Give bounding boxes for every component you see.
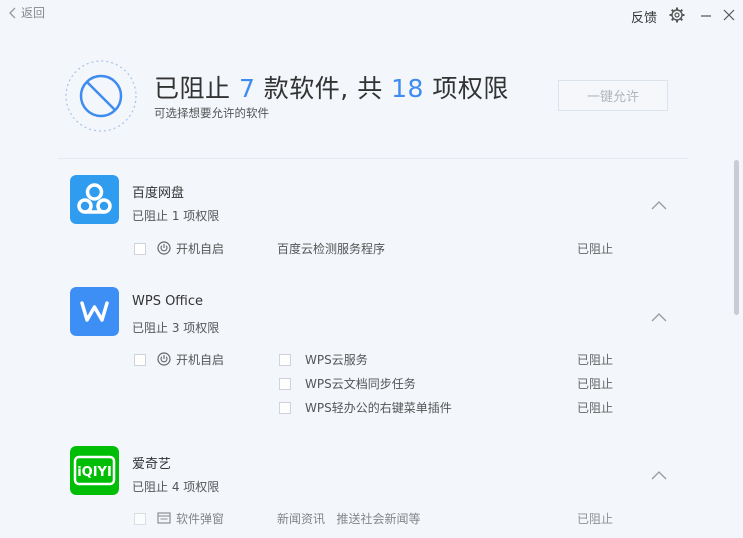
allow-all-button[interactable]: 一键允许 xyxy=(558,80,668,111)
blocked-count: 已阻止 3 项权限 xyxy=(132,321,220,335)
summary-header: 已阻止 7 款软件, 共 18 项权限 可选择想要允许的软件 一键允许 xyxy=(0,40,743,158)
permission-row: 软件弹窗 新闻资讯 推送社会新闻等 已阻止 xyxy=(0,508,743,530)
summary-mid: 款软件, 共 xyxy=(255,74,392,103)
feedback-link[interactable]: 反馈 xyxy=(631,7,657,26)
summary-suffix: 项权限 xyxy=(423,74,509,103)
summary-subtitle: 可选择想要允许的软件 xyxy=(154,106,269,120)
wps-office-icon xyxy=(70,287,119,336)
permission-count: 18 xyxy=(391,74,424,103)
blocked-count: 已阻止 1 项权限 xyxy=(132,209,220,223)
category-label: 开机自启 xyxy=(176,353,225,367)
category-checkbox[interactable] xyxy=(134,354,146,366)
item-checkbox[interactable] xyxy=(279,378,291,390)
permission-desc: WPS轻办公的右键菜单插件 xyxy=(305,401,452,415)
app-name: 爱奇艺 xyxy=(132,457,172,472)
blocked-count: 已阻止 4 项权限 xyxy=(132,480,220,494)
close-icon[interactable] xyxy=(723,9,735,21)
category-label: 开机自启 xyxy=(176,242,225,256)
permission-desc: 新闻资讯 推送社会新闻等 xyxy=(277,512,421,526)
status-label: 已阻止 xyxy=(577,353,614,367)
app-name: 百度网盘 xyxy=(132,186,185,201)
back-label: 返回 xyxy=(21,6,46,20)
permission-desc: WPS云文档同步任务 xyxy=(305,377,416,391)
summary-prefix: 已阻止 xyxy=(154,74,239,103)
permission-row: 开机自启 WPS云服务 已阻止 xyxy=(0,349,743,371)
divider xyxy=(58,158,688,159)
permission-row: WPS云文档同步任务 已阻止 xyxy=(0,373,743,395)
svg-text:iQIYI: iQIYI xyxy=(77,465,112,480)
status-label: 已阻止 xyxy=(577,512,614,526)
status-label: 已阻止 xyxy=(577,377,614,391)
app-name: WPS Office xyxy=(132,294,204,309)
status-label: 已阻止 xyxy=(577,401,614,415)
chevron-left-icon xyxy=(9,7,16,18)
popup-window-icon xyxy=(157,512,171,524)
category-checkbox[interactable] xyxy=(134,243,146,255)
power-icon xyxy=(157,241,171,255)
permission-desc: WPS云服务 xyxy=(305,353,368,367)
summary-title: 已阻止 7 款软件, 共 18 项权限 xyxy=(154,69,509,105)
baidu-netdisk-icon xyxy=(70,175,119,224)
category-checkbox[interactable] xyxy=(134,513,146,525)
permission-desc: 百度云检测服务程序 xyxy=(277,242,386,256)
category-label: 软件弹窗 xyxy=(176,512,225,526)
item-checkbox[interactable] xyxy=(279,354,291,366)
power-icon xyxy=(157,352,171,366)
gear-icon[interactable] xyxy=(669,7,685,23)
title-bar: 返回 反馈 xyxy=(0,0,743,34)
permission-row: 开机自启 百度云检测服务程序 已阻止 xyxy=(0,238,743,260)
blocked-icon xyxy=(65,60,137,132)
status-label: 已阻止 xyxy=(577,242,614,256)
item-checkbox[interactable] xyxy=(279,402,291,414)
permission-row: WPS轻办公的右键菜单插件 已阻止 xyxy=(0,397,743,419)
chevron-up-icon[interactable] xyxy=(651,470,667,480)
blocked-app-count: 7 xyxy=(238,74,256,103)
chevron-up-icon[interactable] xyxy=(651,200,667,210)
chevron-up-icon[interactable] xyxy=(651,312,667,322)
iqiyi-icon: iQIYI xyxy=(70,446,119,495)
back-button[interactable]: 返回 xyxy=(8,4,45,21)
minimize-icon[interactable] xyxy=(700,9,712,21)
